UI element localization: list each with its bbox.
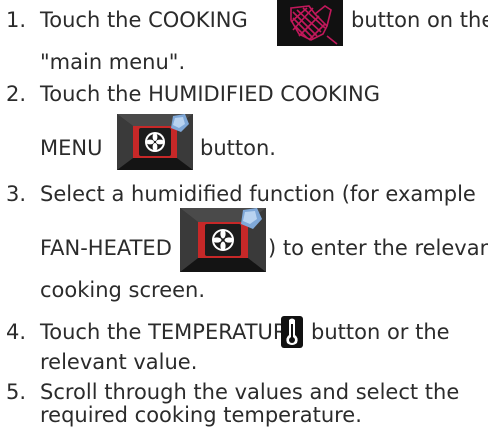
step-5-number: 5. [6, 380, 27, 404]
step-5-text-b: required cooking temperature. [40, 403, 362, 427]
step-4-text-c: relevant value. [40, 350, 198, 374]
step-2-number: 2. [6, 82, 27, 106]
step-3-text-a: Select a humidified function (for exampl… [40, 182, 476, 206]
step-2-text-c: button. [200, 136, 276, 160]
step-3-text-b: FAN-HEATED [40, 236, 172, 260]
step-1-number: 1. [6, 8, 27, 32]
fan-heated-humidified-icon [180, 208, 266, 272]
oven-mitt-cooking-icon [277, 0, 343, 46]
step-1-text-a: Touch the COOKING [40, 8, 248, 32]
step-2-text-a: Touch the HUMIDIFIED COOKING [40, 82, 380, 106]
step-5-text-a: Scroll through the values and select the [40, 380, 460, 404]
step-4-number: 4. [6, 320, 27, 344]
step-4-text-a: Touch the TEMPERATURE [40, 320, 301, 344]
step-3-text-d: cooking screen. [40, 278, 206, 302]
step-3-text-c: ) to enter the relevant [268, 236, 488, 260]
step-1-text-b: button on the [351, 8, 488, 32]
step-1-text-c: "main menu". [40, 50, 186, 74]
step-3-number: 3. [6, 182, 27, 206]
humidified-fan-icon [117, 114, 193, 170]
thermometer-icon [281, 316, 303, 348]
step-2-text-b: MENU [40, 136, 103, 160]
step-4-text-b: button or the [311, 320, 450, 344]
